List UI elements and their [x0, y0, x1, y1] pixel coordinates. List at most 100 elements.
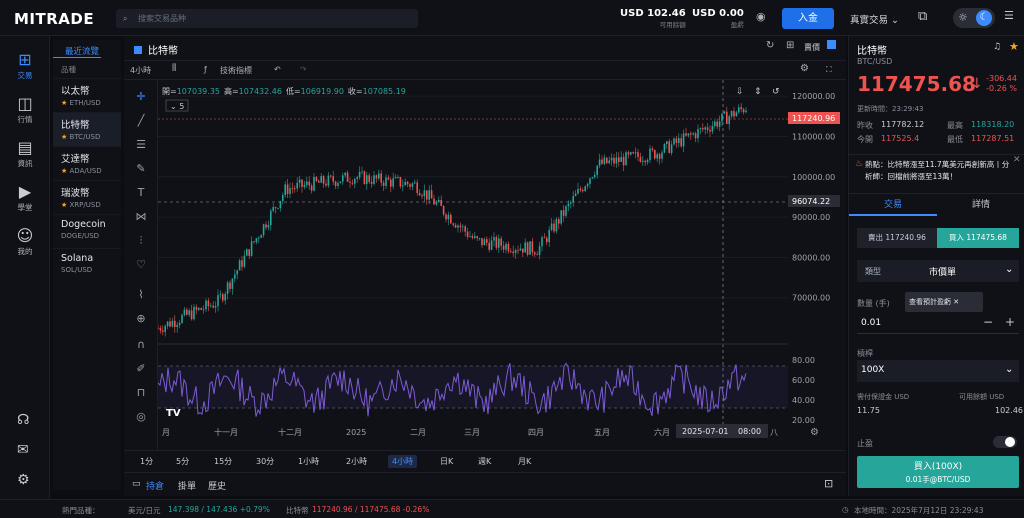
- ruler-icon[interactable]: ⌇: [132, 288, 150, 301]
- timeframe-0[interactable]: 1分: [136, 455, 157, 468]
- timeframe-2[interactable]: 15分: [210, 455, 236, 468]
- minus-icon[interactable]: −: [983, 315, 993, 329]
- buy-button[interactable]: 買入 117475.68: [937, 228, 1019, 248]
- pencil-lock-icon[interactable]: ✐: [132, 362, 150, 375]
- fib-icon[interactable]: ⫶: [132, 234, 150, 248]
- star-icon[interactable]: ★: [61, 167, 67, 175]
- timeframe-8[interactable]: 週K: [474, 455, 495, 468]
- settings-icon[interactable]: ⚙: [17, 472, 30, 488]
- deposit-button[interactable]: 入金: [782, 8, 834, 29]
- heart-icon[interactable]: ♡: [132, 258, 150, 271]
- nav-trade[interactable]: ⊞ 交易: [0, 50, 50, 81]
- trendline-icon[interactable]: ╱: [132, 114, 150, 127]
- eye-icon[interactable]: ◎: [132, 410, 150, 423]
- multi-window-icon[interactable]: ⧉: [918, 9, 927, 24]
- product-symbol: ADA/USD: [69, 167, 102, 175]
- cross-tag: 96074.22: [792, 197, 830, 206]
- text-icon[interactable]: T: [132, 186, 150, 199]
- logo: MITRADE: [14, 10, 95, 28]
- star-icon[interactable]: ★: [61, 201, 67, 209]
- tab-positions[interactable]: 持倉: [146, 479, 164, 492]
- search-input[interactable]: ⌕ 搜索交易品种: [116, 9, 418, 28]
- candle-body: [210, 305, 212, 307]
- timeframe-6[interactable]: 4小時: [388, 455, 418, 468]
- qty-field[interactable]: 0.01 − +: [857, 314, 1019, 334]
- eye-icon[interactable]: ◉: [756, 10, 766, 23]
- timeframe-bar: 1分 5分 15分 30分 1小時 2小時 4小時 日K 週K 月K: [124, 450, 846, 470]
- list-item[interactable]: 比特幣 ★ BTC/USD: [53, 112, 121, 146]
- star-icon[interactable]: ★: [61, 99, 67, 107]
- magnet-icon[interactable]: ∩: [132, 338, 150, 351]
- star-icon[interactable]: ★: [1009, 40, 1019, 53]
- star-icon[interactable]: ★: [61, 133, 67, 141]
- nav-news[interactable]: ▤ 資訊: [0, 138, 50, 169]
- fullscreen-icon[interactable]: ⛶: [826, 65, 832, 75]
- timeframe-5[interactable]: 2小時: [342, 455, 371, 468]
- menu-icon[interactable]: ☰: [1004, 9, 1014, 22]
- layout-icon[interactable]: [827, 40, 836, 49]
- settings-icon[interactable]: ⚙: [800, 63, 809, 74]
- tab-detail[interactable]: 詳情: [937, 196, 1024, 216]
- ticker-name[interactable]: 比特幣: [286, 505, 309, 516]
- submit-buy-button[interactable]: 買入(100X) 0.01手@BTC/USD: [857, 456, 1019, 488]
- timeframe-4[interactable]: 1小時: [294, 455, 323, 468]
- candle-icon[interactable]: ⫴: [172, 63, 176, 74]
- tab-orders[interactable]: 掛單: [178, 479, 196, 492]
- hlines-icon[interactable]: ☰: [132, 138, 150, 151]
- tab-recent[interactable]: 最近流覽: [53, 40, 101, 58]
- list-item[interactable]: 以太幣 ★ ETH/USD: [53, 78, 121, 112]
- reset-icon[interactable]: ↺: [772, 87, 780, 97]
- theme-toggle[interactable]: ☼ ☾: [953, 8, 995, 28]
- candle-body: [294, 188, 296, 190]
- grid-icon[interactable]: ⊞: [786, 40, 794, 51]
- candle-body: [387, 177, 390, 180]
- price-type-label[interactable]: 賣價: [804, 42, 820, 53]
- sell-button[interactable]: 賣出 117240.96: [857, 228, 937, 248]
- ticker-name[interactable]: 美元/日元: [128, 505, 161, 516]
- close-icon[interactable]: ✕: [1013, 155, 1021, 165]
- tab-history[interactable]: 歷史: [208, 479, 226, 492]
- chat-icon[interactable]: ✉: [17, 442, 29, 458]
- expand-icon[interactable]: ⊡: [824, 477, 833, 490]
- bell-icon[interactable]: ♫: [993, 42, 1001, 52]
- brush-icon[interactable]: ✎: [132, 162, 150, 175]
- x-tick: 四月: [528, 428, 544, 437]
- undo-icon[interactable]: ↶: [274, 65, 281, 74]
- order-type-select[interactable]: 類型 市價單 ⌄: [857, 260, 1019, 282]
- interval-select[interactable]: 4小時: [130, 65, 151, 76]
- list-item[interactable]: 瑞波幣 ★ XRP/USD: [53, 180, 121, 214]
- timeframe-3[interactable]: 30分: [252, 455, 278, 468]
- lock-icon[interactable]: ⊓: [132, 386, 150, 399]
- list-item[interactable]: Solana SOL/USD: [53, 248, 121, 282]
- close-icon[interactable]: ✕: [953, 298, 959, 306]
- candle-body: [466, 231, 469, 237]
- take-profit-toggle[interactable]: [993, 436, 1017, 448]
- leverage-select[interactable]: 100X ⌄: [857, 360, 1019, 382]
- plus-icon[interactable]: +: [1005, 315, 1015, 329]
- headset-icon[interactable]: ☊: [17, 412, 29, 428]
- timeframe-7[interactable]: 日K: [436, 455, 457, 468]
- crosshair-icon[interactable]: ✛: [132, 90, 150, 103]
- list-item[interactable]: 艾達幣 ★ ADA/USD: [53, 146, 121, 180]
- nav-learn[interactable]: ▶ 學堂: [0, 182, 50, 213]
- symbol-title: 比特幣: [857, 46, 887, 57]
- trade-mode-select[interactable]: 真實交易 ⌄: [850, 12, 899, 26]
- candle-body: [738, 107, 740, 113]
- indicator-button[interactable]: 技術指標: [220, 65, 252, 76]
- list-item[interactable]: Dogecoin DOGE/USD: [53, 214, 121, 248]
- high-value: 107432.46: [239, 87, 282, 96]
- timeframe-1[interactable]: 5分: [172, 455, 193, 468]
- news-banner[interactable]: ♨ 熱點：比特幣漲至11.7萬美元再創新高丨分析師：回檔前將漲至13萬！ ✕: [849, 154, 1024, 194]
- scroll-down-icon[interactable]: ⇩: [736, 87, 744, 97]
- price-chart[interactable]: 120000.00 110000.00 100000.00 90000.00 80000…: [158, 80, 846, 450]
- timeframe-9[interactable]: 月K: [514, 455, 535, 468]
- pattern-icon[interactable]: ⋈: [132, 210, 150, 223]
- tab-trade[interactable]: 交易: [849, 196, 937, 216]
- zoom-in-icon[interactable]: ⊕: [132, 312, 150, 325]
- collapse-icon[interactable]: ⇕: [754, 87, 762, 97]
- nav-me[interactable]: ☺ 我的: [0, 226, 50, 257]
- indicator-icon[interactable]: ƒ: [204, 65, 207, 74]
- refresh-icon[interactable]: ↻: [766, 40, 774, 51]
- chart-settings-icon[interactable]: ⚙: [810, 427, 819, 438]
- nav-market[interactable]: ◫ 行情: [0, 94, 50, 125]
